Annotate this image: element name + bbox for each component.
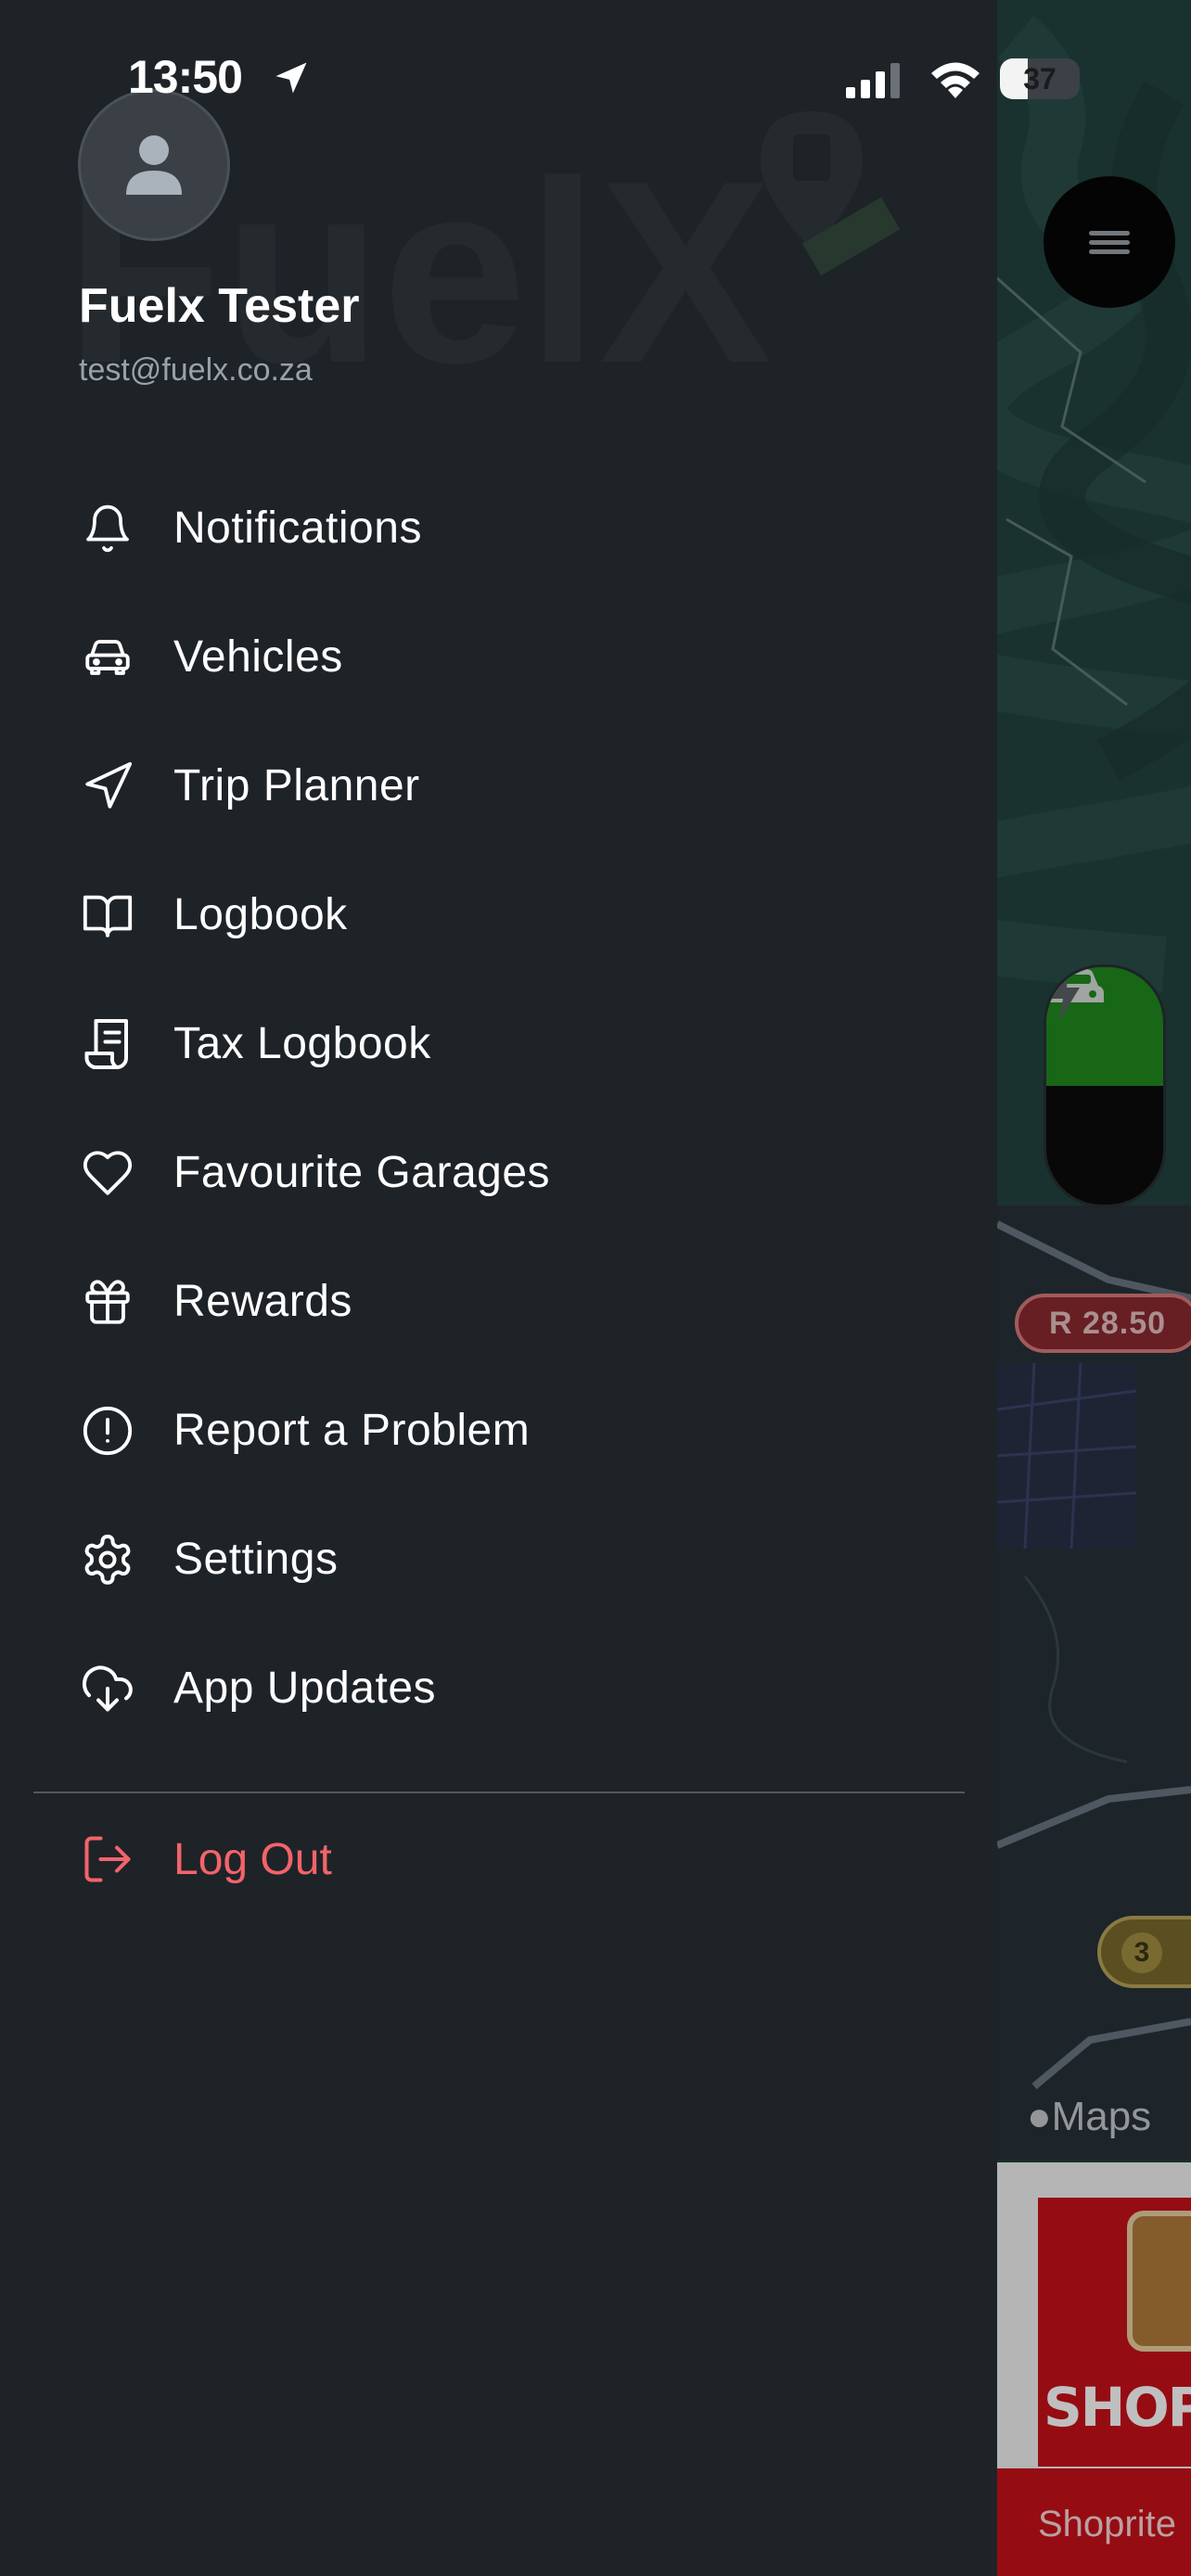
fuel-type-toggle[interactable]: [1044, 964, 1166, 1207]
gear-icon: [78, 1530, 137, 1589]
navigation-arrow-icon: [78, 757, 137, 816]
menu-item-label: Rewards: [173, 1277, 352, 1326]
navigation-drawer: FuelX Fuelx Tester test@fuelx.co.za Noti…: [0, 0, 997, 2576]
menu-item-label: Vehicles: [173, 632, 343, 682]
lightning-icon: [1050, 969, 1080, 1021]
location-arrow-icon: [275, 62, 307, 94]
map-menu-button[interactable]: [1044, 176, 1175, 308]
status-time: 13:50: [128, 51, 243, 103]
menu-divider: [33, 1792, 965, 1793]
user-email: test@fuelx.co.za: [79, 352, 313, 388]
gift-icon: [78, 1272, 137, 1332]
ad-brand: SHOP: [1044, 2376, 1191, 2439]
menu-item-tax-logbook[interactable]: Tax Logbook: [0, 979, 965, 1108]
fuel-electric-option[interactable]: [1046, 969, 1163, 1205]
status-bar: 13:50 37: [0, 0, 1191, 158]
menu-item-favourite-garages[interactable]: Favourite Garages: [0, 1108, 965, 1237]
menu-item-label: App Updates: [173, 1664, 437, 1713]
battery-level: 37: [1023, 62, 1057, 96]
menu-item-vehicles[interactable]: Vehicles: [0, 593, 965, 721]
heart-icon: [78, 1143, 137, 1203]
logout-label: Log Out: [173, 1834, 332, 1884]
menu-item-logbook[interactable]: Logbook: [0, 850, 965, 979]
station-cluster-marker[interactable]: 3: [1097, 1916, 1191, 1988]
menu-item-label: Trip Planner: [173, 761, 420, 810]
apple-logo-icon: ●: [1027, 2094, 1052, 2139]
ad-banner[interactable]: SHOP Shoprite: [997, 2162, 1191, 2576]
map-view[interactable]: R 28.50 3 ●Maps SHOP Shoprite: [997, 0, 1191, 2576]
receipt-icon: [78, 1014, 137, 1074]
menu-item-notifications[interactable]: Notifications: [0, 464, 965, 593]
menu-item-label: Tax Logbook: [173, 1019, 431, 1068]
ad-caption: Shoprite: [1038, 2504, 1176, 2544]
menu-item-app-updates[interactable]: App Updates: [0, 1624, 965, 1753]
bell-icon: [78, 499, 137, 558]
ad-product-image: [1127, 2211, 1191, 2352]
menu-item-label: Settings: [173, 1535, 339, 1584]
user-name: Fuelx Tester: [79, 279, 360, 333]
menu-item-label: Notifications: [173, 504, 422, 553]
car-icon: [78, 628, 137, 687]
cloud-download-icon: [78, 1659, 137, 1718]
menu-item-report-problem[interactable]: Report a Problem: [0, 1366, 965, 1495]
menu-item-settings[interactable]: Settings: [0, 1495, 965, 1624]
menu-item-trip-planner[interactable]: Trip Planner: [0, 721, 965, 850]
menu-item-label: Logbook: [173, 890, 348, 939]
book-open-icon: [78, 886, 137, 945]
battery-indicator: 37: [1000, 58, 1080, 99]
alert-circle-icon: [78, 1401, 137, 1460]
price-marker[interactable]: R 28.50: [1015, 1294, 1191, 1353]
cluster-count: 3: [1121, 1932, 1162, 1973]
menu-item-label: Report a Problem: [173, 1406, 531, 1455]
cellular-signal-icon: [846, 63, 900, 98]
logout-button[interactable]: Log Out: [0, 1794, 965, 1924]
menu-item-rewards[interactable]: Rewards: [0, 1237, 965, 1366]
logout-icon: [78, 1830, 137, 1889]
menu-item-label: Favourite Garages: [173, 1148, 551, 1197]
wifi-icon: [931, 62, 980, 98]
maps-attribution[interactable]: ●Maps: [1027, 2094, 1151, 2140]
